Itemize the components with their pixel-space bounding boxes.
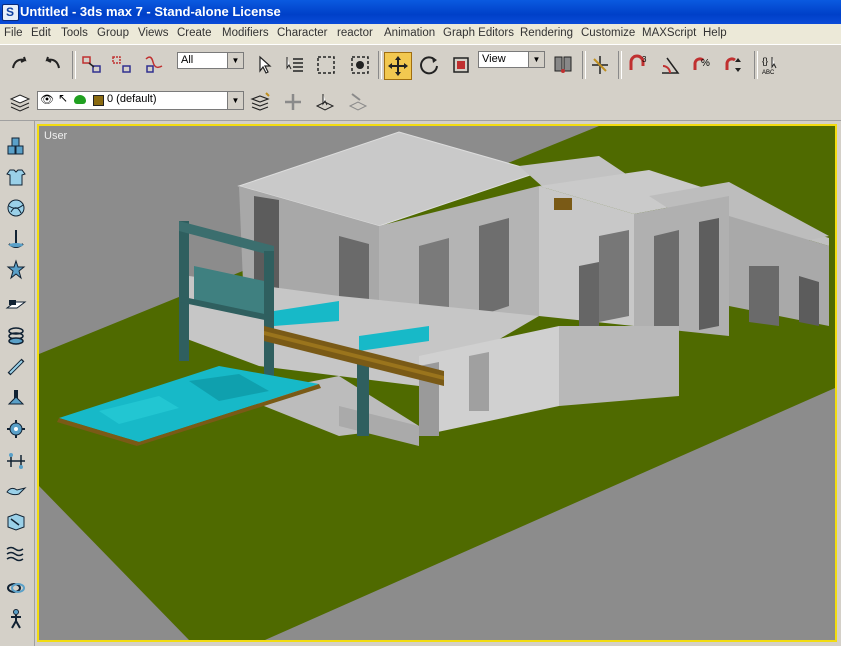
water-icon[interactable] <box>4 510 28 534</box>
bind-space-warp-icon[interactable] <box>142 53 166 77</box>
menu-character[interactable]: Character <box>277 27 328 39</box>
svg-text:{}: {} <box>762 56 768 66</box>
create-new-layer-icon[interactable] <box>248 90 272 114</box>
svg-text:%: % <box>701 58 710 69</box>
chevron-down-icon: ▼ <box>528 52 544 67</box>
viewport-label[interactable]: User <box>44 130 67 142</box>
edit-named-selections-icon[interactable]: {} ABC <box>760 53 784 77</box>
reference-coordinate-dropdown[interactable]: View ▼ <box>478 51 545 68</box>
angle-snap-toggle-icon[interactable] <box>658 53 682 77</box>
menu-graph-editors[interactable]: Graph Editors <box>443 27 514 39</box>
soft-body-collection-icon[interactable] <box>4 196 28 220</box>
user-viewport[interactable]: User <box>37 124 837 642</box>
cloth-collection-icon[interactable] <box>4 165 28 189</box>
menu-create[interactable]: Create <box>177 27 212 39</box>
menu-reactor[interactable]: reactor <box>337 27 373 39</box>
select-and-move-icon[interactable] <box>384 52 412 80</box>
percent-snap-icon[interactable]: % <box>690 53 714 77</box>
hinge-constraint-icon[interactable] <box>4 607 28 631</box>
layer-dropdown[interactable]: 👁 ↖ 0 (default) ▼ <box>37 91 244 110</box>
title-bar: S Untitled - 3ds max 7 - Stand-alone Lic… <box>0 0 841 24</box>
select-and-rotate-icon[interactable] <box>417 53 441 77</box>
rectangular-selection-icon[interactable] <box>314 53 338 77</box>
constraint-solver-icon[interactable] <box>4 541 28 565</box>
dashpot-icon[interactable] <box>4 355 28 379</box>
plane-icon[interactable] <box>4 293 28 317</box>
layer-toolbar: 👁 ↖ 0 (default) ▼ <box>0 84 841 121</box>
snaps-toggle-icon[interactable]: 3 <box>626 53 650 77</box>
ragdoll-constraint-icon[interactable] <box>4 576 28 600</box>
use-pivot-center-icon[interactable] <box>551 53 575 77</box>
spring-icon[interactable] <box>4 324 28 348</box>
menu-customize[interactable]: Customize <box>581 27 635 39</box>
svg-text:3: 3 <box>642 55 647 64</box>
menu-maxscript[interactable]: MAXScript <box>642 27 696 39</box>
toy-car-icon[interactable] <box>4 448 28 472</box>
spinner-snap-icon[interactable] <box>722 53 746 77</box>
select-objects-in-layer-icon[interactable] <box>313 90 337 114</box>
selection-filter-dropdown[interactable]: All ▼ <box>177 52 244 69</box>
layer-color-swatch[interactable] <box>93 95 104 106</box>
3ds-max-icon[interactable]: S <box>2 4 19 21</box>
svg-text:ABC: ABC <box>762 70 775 76</box>
chevron-down-icon: ▼ <box>227 53 243 68</box>
set-current-layer-icon[interactable] <box>346 90 370 114</box>
redo-icon[interactable] <box>40 53 64 77</box>
window-title: Untitled - 3ds max 7 - Stand-alone Licen… <box>20 4 281 19</box>
rigid-body-collection-icon[interactable] <box>4 134 28 158</box>
reactor-toolbar <box>0 121 35 646</box>
menu-modifiers[interactable]: Modifiers <box>222 27 269 39</box>
menu-file[interactable]: File <box>4 27 23 39</box>
deforming-mesh-collection-icon[interactable] <box>4 258 28 282</box>
layer-manager-icon[interactable] <box>8 90 32 114</box>
select-and-manipulate-icon[interactable] <box>588 53 612 77</box>
main-toolbar: All ▼ View ▼ 3 % {} ABC <box>0 44 841 117</box>
add-selection-to-layer-icon[interactable] <box>281 90 305 114</box>
current-layer-name: 0 (default) <box>107 93 157 105</box>
menu-views[interactable]: Views <box>138 27 168 39</box>
rope-collection-icon[interactable] <box>4 227 28 251</box>
fracture-icon[interactable] <box>4 479 28 503</box>
menu-group[interactable]: Group <box>97 27 129 39</box>
menu-edit[interactable]: Edit <box>31 27 51 39</box>
select-and-link-icon[interactable] <box>80 53 104 77</box>
wind-icon[interactable] <box>4 417 28 441</box>
undo-icon[interactable] <box>8 53 32 77</box>
teapot-icon[interactable] <box>74 95 86 104</box>
cursor-icon[interactable]: ↖ <box>58 91 68 105</box>
select-and-scale-icon[interactable] <box>449 53 473 77</box>
menu-bar: File Edit Tools Group Views Create Modif… <box>0 24 841 44</box>
motor-icon[interactable] <box>4 386 28 410</box>
unlink-selection-icon[interactable] <box>110 53 134 77</box>
chevron-down-icon: ▼ <box>227 92 243 109</box>
eye-icon[interactable]: 👁 <box>40 93 54 106</box>
select-by-name-icon[interactable] <box>282 53 306 77</box>
menu-help[interactable]: Help <box>703 27 727 39</box>
menu-tools[interactable]: Tools <box>61 27 88 39</box>
scene-render[interactable] <box>39 126 835 640</box>
menu-rendering[interactable]: Rendering <box>520 27 573 39</box>
menu-animation[interactable]: Animation <box>384 27 435 39</box>
select-object-icon[interactable] <box>252 53 276 77</box>
window-crossing-icon[interactable] <box>348 53 372 77</box>
